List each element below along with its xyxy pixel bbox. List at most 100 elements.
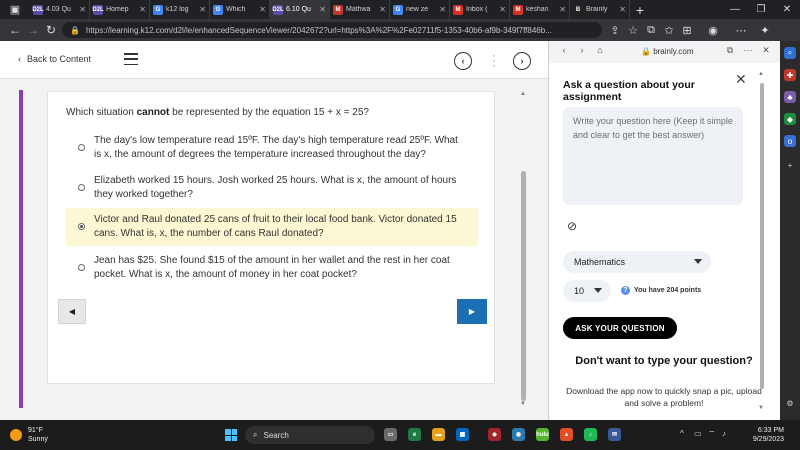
minimize-icon[interactable]: — [722,0,748,19]
tab-close-icon[interactable]: ✕ [439,5,446,14]
scroll-down-icon[interactable]: ▼ [758,405,764,411]
add-icon[interactable]: + [784,159,796,171]
subject-select[interactable]: Mathematics [563,251,711,273]
tools-icon[interactable]: ✚ [784,69,796,81]
tab-close-icon[interactable]: ✕ [379,5,386,14]
tab-close-icon[interactable]: ✕ [499,5,506,14]
help-icon[interactable]: ? [621,286,630,295]
question-prefix: Which situation [66,107,137,118]
side-forward-icon[interactable]: › [575,45,589,55]
browser-tab[interactable]: Gnew ze ✕ [390,0,450,19]
radio-button[interactable] [78,184,85,191]
points-select[interactable]: 10 [563,280,611,302]
attach-icon[interactable]: ⊘ [567,219,583,233]
tab-close-icon[interactable]: ✕ [619,5,626,14]
app-icon-orange[interactable]: ▲ [560,428,573,441]
browser-tab[interactable]: B Brainly ✕ [570,0,630,19]
refresh-icon[interactable]: ↻ [42,23,60,37]
outlook-icon[interactable]: o [784,135,796,147]
side-back-icon[interactable]: ‹ [557,45,571,55]
scroll-up-icon[interactable]: ▲ [520,91,526,97]
share-icon[interactable]: ⇪ [606,19,624,41]
weather-widget[interactable]: 91°F Sunny [10,426,48,444]
back-arrow-icon[interactable]: ← [6,23,24,37]
radio-button[interactable] [78,144,85,151]
main-scrollbar[interactable]: ▲ ▼ [518,89,528,409]
tab-close-icon[interactable]: ✕ [199,5,206,14]
browser-tab[interactable]: Mkeshan ✕ [510,0,570,19]
task-view-icon[interactable]: ▭ [384,428,397,441]
radio-button[interactable] [78,223,85,230]
app-icon-chat[interactable]: ✉ [608,428,621,441]
browser-tab[interactable]: D2L Homep ✕ [90,0,150,19]
browser-tab[interactable]: Gk12 log ✕ [150,0,210,19]
collections-icon[interactable]: ⊞ [678,19,696,41]
file-explorer-icon[interactable]: ▬ [432,428,445,441]
profile-avatar[interactable]: ◉ [704,19,722,41]
side-scrollbar[interactable]: ▲ ▼ [757,65,767,417]
maximize-icon[interactable]: ❐ [748,0,774,19]
forward-arrow-icon[interactable]: → [24,23,42,37]
browser-tab[interactable]: M Mathwa ✕ [330,0,390,19]
display-icon[interactable]: ▭ [694,429,702,438]
wifi-icon[interactable]: ⌔ [708,429,716,439]
favorites-icon[interactable]: ✩ [660,19,678,41]
answer-option[interactable]: Jean has $25. She found $15 of the amoun… [66,252,478,284]
tab-close-icon[interactable]: ✕ [559,5,566,14]
browser-tab[interactable]: M Inbox (✕ [450,0,510,19]
answer-option[interactable]: The day's low temperature read 15ºF. The… [66,132,478,164]
ask-question-button[interactable]: ASK YOUR QUESTION [563,317,677,339]
app-icon-red[interactable]: ◆ [488,428,501,441]
extensions-icon[interactable]: ⧉ [642,19,660,41]
drop-icon[interactable]: ◆ [784,113,796,125]
scroll-down-icon[interactable]: ▼ [520,401,526,407]
scrollbar-thumb[interactable] [760,83,764,389]
taskbar-search[interactable]: ⌕ Search [245,426,375,444]
close-window-icon[interactable]: ✕ [774,0,800,19]
tray-chevron-icon[interactable]: ^ [680,429,684,438]
browser-tab[interactable]: G Which ✕ [210,0,270,19]
sidebar-settings-icon[interactable]: ⚙ [784,397,796,409]
app-icon-music[interactable]: ♪ [584,428,597,441]
start-icon[interactable] [225,429,237,441]
next-question-button[interactable]: ▶ [457,299,487,324]
side-more-icon[interactable]: ⋯ [741,45,755,56]
tab-actions-icon[interactable]: ▣ [0,0,30,19]
side-close-icon[interactable]: ✕ [759,45,773,56]
close-icon[interactable]: ✕ [735,71,747,88]
store-icon[interactable]: ▦ [456,428,469,441]
radio-button[interactable] [78,264,85,271]
edge-app-icon[interactable]: e [408,428,421,441]
question-input[interactable]: Write your question here (Keep it simple… [563,107,743,205]
side-home-icon[interactable]: ⌂ [593,45,607,55]
scroll-up-icon[interactable]: ▲ [758,71,764,77]
next-page-button[interactable]: › [513,52,531,70]
back-to-content-link[interactable]: ‹ Back to Content [18,54,91,64]
app-icon-green[interactable]: hulu [536,428,549,441]
kebab-icon[interactable]: · · · [491,49,497,71]
previous-question-button[interactable]: ◀ [58,299,86,324]
games-icon[interactable]: ♣ [784,91,796,103]
answer-option[interactable]: Victor and Raul donated 25 cans of fruit… [66,208,478,246]
tab-close-icon[interactable]: ✕ [139,5,146,14]
copilot-icon[interactable]: ✦ [756,19,774,41]
favorite-star-icon[interactable]: ☆ [624,19,642,41]
browser-tab[interactable]: D2L 6.10 Qu ✕ [270,0,330,19]
tab-close-icon[interactable]: ✕ [259,5,266,14]
answer-option[interactable]: Elizabeth worked 15 hours. Josh worked 2… [66,172,478,204]
tab-close-icon[interactable]: ✕ [79,5,86,14]
side-domain: 🔒 brainly.com [641,47,694,56]
tab-close-icon[interactable]: ✕ [319,5,326,14]
scrollbar-thumb[interactable] [521,171,526,401]
volume-icon[interactable]: ♪ [722,429,726,438]
hamburger-menu-icon[interactable] [124,53,138,65]
previous-page-button[interactable]: ‹ [454,52,472,70]
search-icon[interactable]: ⌕ [784,47,796,59]
open-in-tab-icon[interactable]: ⧉ [723,45,737,56]
app-icon-blue[interactable]: ◉ [512,428,525,441]
clock[interactable]: 6:33 PM 9/29/2023 [742,426,784,444]
more-menu-icon[interactable]: ⋯ [732,19,750,41]
new-tab-button[interactable]: + [630,2,650,18]
url-field[interactable]: 🔒 https://learning.k12.com/d2l/le/enhanc… [62,22,602,38]
browser-tab[interactable]: D2L 4.03 Qu ✕ [30,0,90,19]
